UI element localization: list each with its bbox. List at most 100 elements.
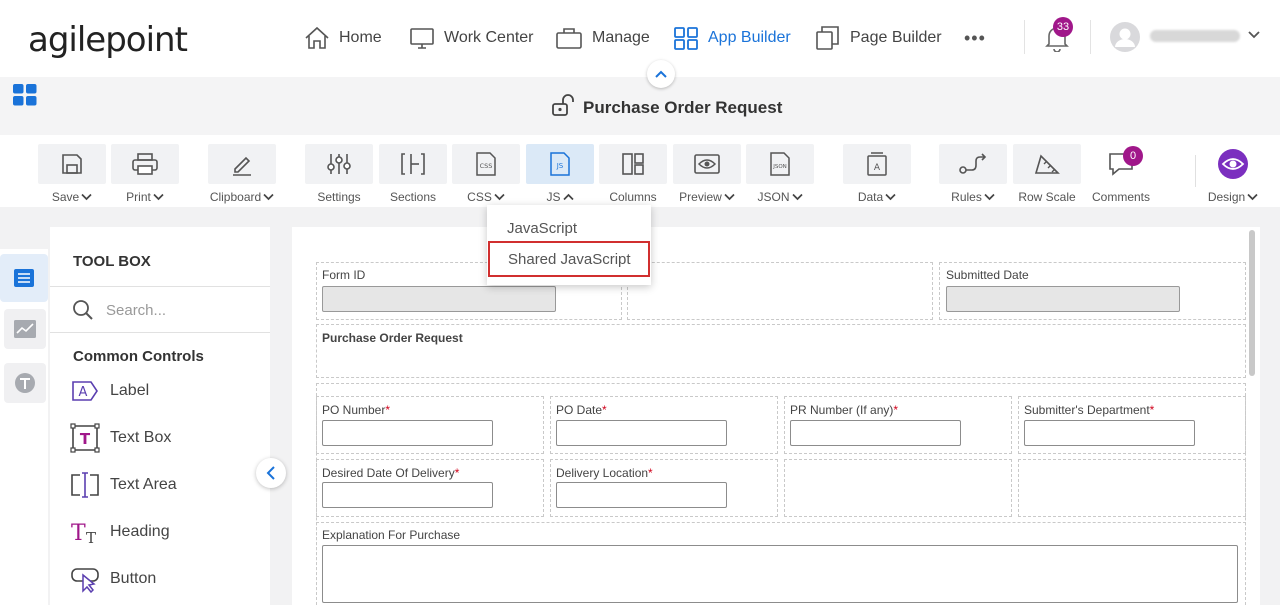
toolbar-comments-button[interactable]: Comments xyxy=(1087,144,1155,204)
nav-divider xyxy=(1024,20,1025,54)
nav-home[interactable]: Home xyxy=(304,22,382,54)
caret-down-icon xyxy=(885,193,896,201)
delivery-location-label: Delivery Location* xyxy=(556,466,653,480)
divider xyxy=(50,332,270,333)
toolbar-data-label: Data xyxy=(857,190,884,204)
submitted-date-field[interactable] xyxy=(946,286,1180,312)
textbox-icon: T xyxy=(70,423,100,453)
menu-item-javascript[interactable]: JavaScript xyxy=(487,212,651,244)
control-text-area[interactable]: Text Area xyxy=(70,470,177,500)
delivery-location-field[interactable] xyxy=(556,482,727,508)
control-label[interactable]: A Label xyxy=(70,376,149,406)
nav-app-builder[interactable]: App Builder xyxy=(673,22,791,54)
search-input-placeholder[interactable]: Search... xyxy=(106,302,166,319)
menu-item-shared-javascript[interactable]: Shared JavaScript xyxy=(488,241,650,277)
nav-manage[interactable]: Manage xyxy=(555,22,650,54)
toolbar-row-scale-button[interactable]: Row Scale xyxy=(1013,144,1081,204)
nav-work-center[interactable]: Work Center xyxy=(409,22,534,54)
delivery-date-field[interactable] xyxy=(322,482,493,508)
control-button[interactable]: Button xyxy=(70,564,156,594)
svg-text:A: A xyxy=(874,163,881,173)
agilepoint-logo[interactable]: agilepoint xyxy=(28,20,188,60)
app-grid-icon[interactable] xyxy=(13,84,37,106)
nav-page-builder[interactable]: Page Builder xyxy=(815,22,942,54)
more-menu-button[interactable]: ••• xyxy=(964,22,986,54)
chevron-down-icon[interactable] xyxy=(1248,30,1260,40)
user-name-redacted[interactable] xyxy=(1150,30,1240,42)
toolbar-js-button[interactable]: JS JS xyxy=(526,144,594,204)
toolbar-sections-label: Sections xyxy=(389,190,437,204)
po-date-field[interactable] xyxy=(556,420,727,446)
toolbar-save-button[interactable]: Save xyxy=(38,144,106,204)
toolbar-preview-button[interactable]: Preview xyxy=(673,144,741,204)
comment-icon xyxy=(1087,144,1155,184)
rail-toolbox-button[interactable] xyxy=(0,254,48,302)
department-field[interactable] xyxy=(1024,420,1195,446)
toolbar-rules-button[interactable]: Rules xyxy=(939,144,1007,204)
svg-text:A: A xyxy=(79,385,88,400)
toolbar-columns-button[interactable]: Columns xyxy=(599,144,667,204)
empty-cell[interactable] xyxy=(627,262,933,320)
avatar[interactable] xyxy=(1109,21,1141,53)
toolbar-sections-button[interactable]: Sections xyxy=(379,144,447,204)
required-marker: * xyxy=(602,403,607,417)
toolbar-css-label: CSS xyxy=(467,190,492,204)
print-icon xyxy=(111,144,179,184)
monitor-icon xyxy=(409,26,435,50)
rules-icon xyxy=(939,144,1007,184)
tool-box-title: TOOL BOX xyxy=(73,253,151,270)
columns-icon xyxy=(599,144,667,184)
grid-icon xyxy=(673,26,699,50)
rail-analytics-button[interactable] xyxy=(4,309,46,349)
toolbar-json-button[interactable]: JSON JSON xyxy=(746,144,814,204)
form-id-field[interactable] xyxy=(322,286,556,312)
toolbar-data-button[interactable]: A Data xyxy=(843,144,911,204)
common-controls-heading: Common Controls xyxy=(73,348,204,365)
required-marker: * xyxy=(385,403,391,417)
explanation-textarea[interactable] xyxy=(322,545,1238,603)
comments-count-badge: 0 xyxy=(1123,146,1143,166)
svg-text:T: T xyxy=(71,521,86,546)
toolbar-print-button[interactable]: Print xyxy=(111,144,179,204)
sections-icon xyxy=(379,144,447,184)
pr-number-field[interactable] xyxy=(790,420,961,446)
tool-box-search[interactable]: Search... xyxy=(72,299,166,321)
empty-cell[interactable] xyxy=(784,459,1012,517)
collapse-header-button[interactable] xyxy=(647,60,675,88)
caret-down-icon xyxy=(81,193,92,201)
control-heading[interactable]: TT Heading xyxy=(70,517,170,547)
toolbar-design-button[interactable]: Design xyxy=(1199,144,1267,204)
canvas-scrollbar[interactable] xyxy=(1249,230,1255,376)
toolbar-js-label: JS xyxy=(546,190,561,204)
nav-manage-label: Manage xyxy=(592,29,650,46)
caret-down-icon xyxy=(263,193,274,201)
js-file-icon: JS xyxy=(526,144,594,184)
control-text-box[interactable]: T Text Box xyxy=(70,423,171,453)
heading-icon: TT xyxy=(70,517,100,547)
chart-icon xyxy=(13,319,37,339)
rail-theme-button[interactable] xyxy=(4,363,46,403)
chevron-up-icon xyxy=(655,69,667,79)
eye-icon xyxy=(673,144,741,184)
form-toolbar: Save Print Clipboard Settings Sections C… xyxy=(0,135,1280,207)
pages-icon xyxy=(815,25,841,51)
design-eye-icon xyxy=(1199,144,1267,184)
nav-home-label: Home xyxy=(339,29,382,46)
toolbar-clipboard-button[interactable]: Clipboard xyxy=(208,144,276,204)
unlock-icon[interactable] xyxy=(551,94,577,118)
empty-cell[interactable] xyxy=(1018,459,1246,517)
toolbar-settings-button[interactable]: Settings xyxy=(305,144,373,204)
submitted-date-label: Submitted Date xyxy=(946,268,1029,282)
nav-divider xyxy=(1090,20,1091,54)
po-date-label: PO Date* xyxy=(556,403,607,417)
delivery-date-label: Desired Date Of Delivery* xyxy=(322,466,460,480)
toolbar-json-label: JSON xyxy=(757,190,790,204)
pencil-icon xyxy=(208,144,276,184)
po-number-field[interactable] xyxy=(322,420,493,446)
toolbar-css-button[interactable]: CSS CSS xyxy=(452,144,520,204)
toolbar-save-label: Save xyxy=(51,190,80,204)
toolbar-preview-label: Preview xyxy=(679,190,722,204)
collapse-toolbox-button[interactable] xyxy=(256,458,286,488)
caret-up-icon xyxy=(562,193,574,201)
page-title: Purchase Order Request xyxy=(583,98,783,117)
